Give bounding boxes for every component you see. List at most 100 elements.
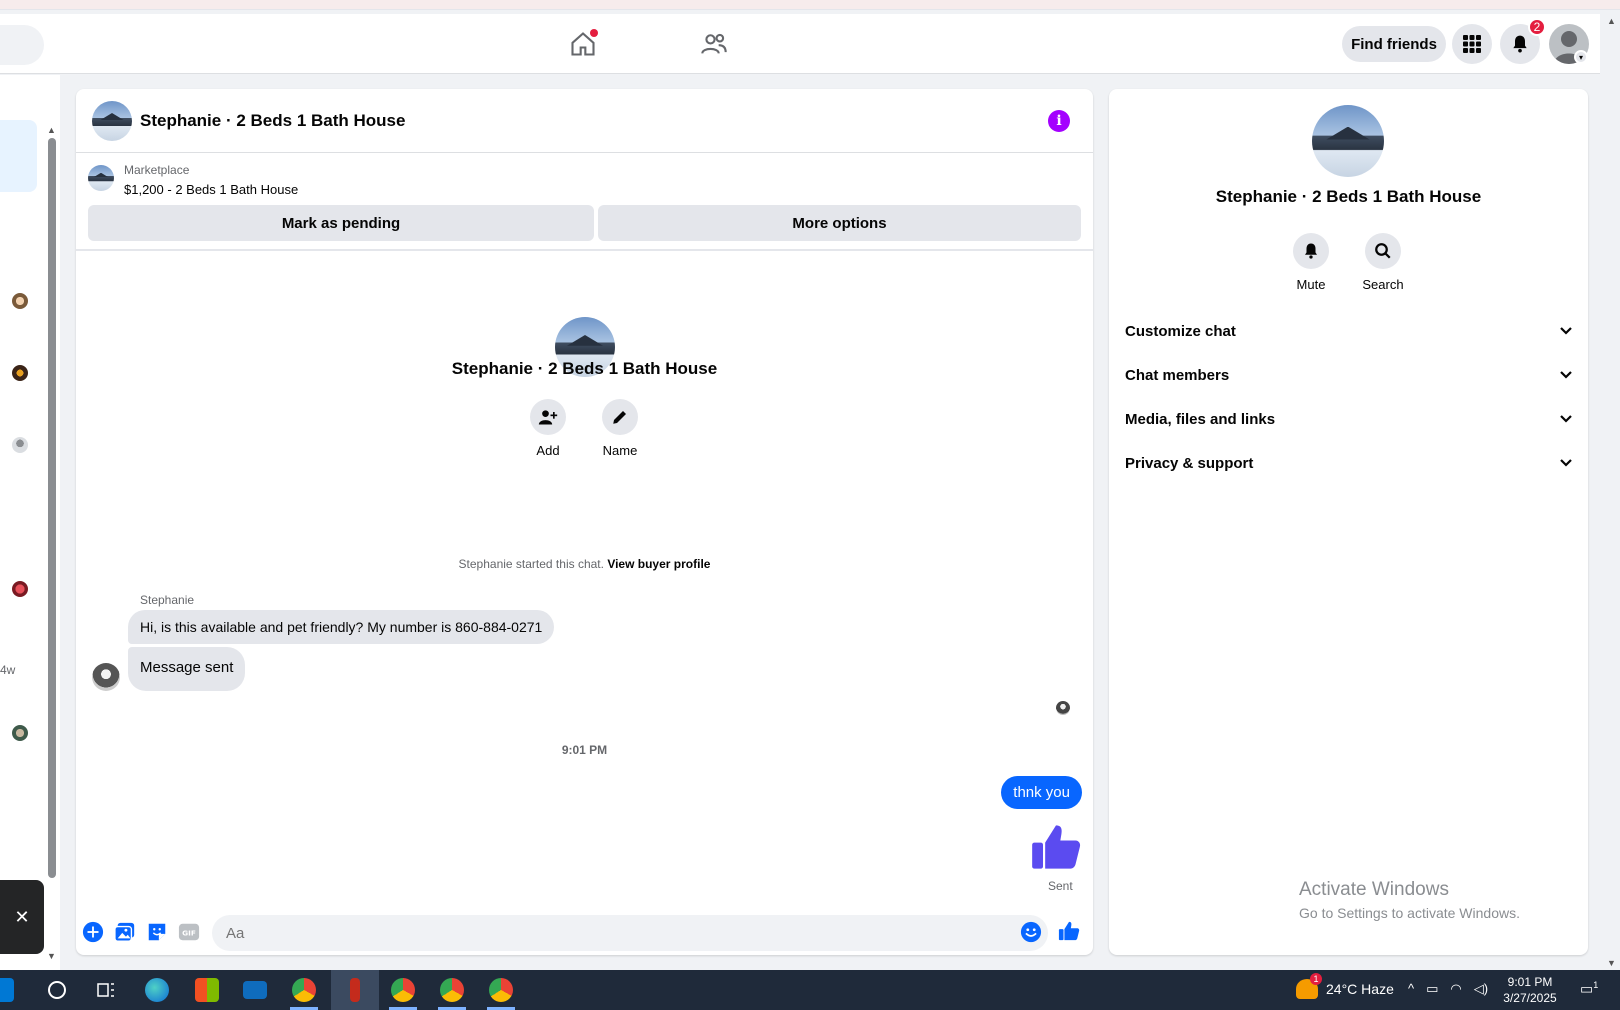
sidebar-scroll-thumb[interactable] bbox=[48, 138, 56, 878]
chrome-icon[interactable] bbox=[440, 978, 464, 1002]
message-composer: GIF bbox=[76, 907, 1093, 955]
system-clock[interactable]: 9:01 PM 3/27/2025 bbox=[1490, 974, 1570, 1006]
search-label: Search bbox=[1362, 277, 1404, 292]
chevron-down-icon bbox=[1560, 459, 1572, 467]
view-buyer-profile-link[interactable]: View buyer profile bbox=[607, 557, 710, 571]
chat-list-avatar[interactable] bbox=[12, 365, 28, 381]
page-scrollbar[interactable]: ▲ ▼ bbox=[1604, 14, 1620, 970]
listing-title[interactable]: $1,200 - 2 Beds 1 Bath House bbox=[124, 182, 298, 197]
action-center-badge: 1 bbox=[1593, 980, 1599, 990]
chat-avatar[interactable] bbox=[92, 101, 132, 141]
store-icon[interactable] bbox=[195, 978, 219, 1002]
read-receipt-avatar bbox=[1056, 701, 1070, 715]
section-label: Privacy & support bbox=[1125, 454, 1254, 472]
chevron-up-icon[interactable]: ^ bbox=[1408, 981, 1414, 997]
notifications-button[interactable]: 2 bbox=[1500, 18, 1546, 64]
like-icon[interactable] bbox=[1058, 920, 1080, 942]
sticker-icon[interactable] bbox=[146, 921, 168, 943]
info-avatar[interactable] bbox=[1312, 105, 1384, 177]
sender-avatar[interactable] bbox=[92, 663, 120, 691]
search-in-chat-button[interactable]: Search bbox=[1353, 233, 1413, 292]
info-title: Stephanie · 2 Beds 1 Bath House bbox=[1215, 187, 1482, 206]
chat-list-time: 4w bbox=[0, 663, 16, 677]
mark-as-pending-button[interactable]: Mark as pending bbox=[88, 205, 594, 241]
chevron-down-icon bbox=[1560, 327, 1572, 335]
incoming-message[interactable]: Hi, is this available and pet friendly? … bbox=[128, 610, 555, 644]
message-input[interactable] bbox=[212, 915, 1048, 951]
chrome-icon[interactable] bbox=[489, 978, 513, 1002]
svg-text:GIF: GIF bbox=[182, 929, 196, 938]
windows-taskbar: 1 24°C Haze ^ ▭ ◠ ◁) 9:01 PM 3/27/2025 ▭… bbox=[0, 970, 1620, 1010]
notification-center-icon[interactable]: ▭1 bbox=[1580, 980, 1602, 1000]
clock-time: 9:01 PM bbox=[1507, 975, 1553, 989]
section-label: Media, files and links bbox=[1125, 410, 1276, 428]
plus-circle-icon[interactable] bbox=[82, 921, 104, 943]
notification-badge: 2 bbox=[1528, 18, 1546, 36]
selected-chat-item[interactable] bbox=[0, 120, 37, 192]
scroll-up-arrow[interactable]: ▲ bbox=[1607, 16, 1616, 26]
privacy-support-section[interactable]: Privacy & support bbox=[1125, 443, 1573, 483]
scroll-down-arrow[interactable]: ▼ bbox=[1607, 958, 1616, 968]
chat-members-section[interactable]: Chat members bbox=[1125, 355, 1573, 395]
chat-title[interactable]: Stephanie · 2 Beds 1 Bath House bbox=[140, 111, 405, 131]
system-tray: ^ ▭ ◠ ◁) bbox=[1408, 981, 1488, 997]
outgoing-message[interactable]: thnk you bbox=[1001, 776, 1082, 809]
app-icon[interactable] bbox=[350, 978, 360, 1002]
add-label: Add bbox=[536, 443, 560, 458]
mail-icon[interactable] bbox=[243, 981, 267, 999]
section-label: Chat members bbox=[1125, 366, 1230, 384]
search-icon[interactable] bbox=[48, 981, 66, 999]
bell-icon bbox=[1513, 35, 1527, 53]
info-icon[interactable]: i bbox=[1048, 110, 1070, 132]
browser-top-strip bbox=[0, 0, 1620, 10]
incoming-message[interactable]: Message sent bbox=[128, 647, 246, 691]
friends-icon[interactable] bbox=[698, 28, 730, 60]
message-timestamp: 9:01 PM bbox=[561, 743, 608, 757]
weather-widget[interactable]: 1 24°C Haze bbox=[1296, 973, 1394, 999]
photo-icon[interactable] bbox=[114, 921, 136, 943]
home-icon[interactable] bbox=[567, 28, 599, 60]
add-people-button[interactable]: Add bbox=[518, 399, 578, 458]
chevron-down-icon[interactable]: ▾ bbox=[1574, 50, 1588, 64]
pencil-icon bbox=[613, 411, 626, 424]
sender-name: Stephanie bbox=[140, 593, 195, 607]
thumbs-up-icon[interactable] bbox=[1030, 821, 1082, 873]
start-icon[interactable] bbox=[0, 978, 14, 1002]
more-options-button[interactable]: More options bbox=[598, 205, 1081, 241]
menu-button[interactable] bbox=[1452, 24, 1492, 64]
name-label: Name bbox=[602, 443, 638, 458]
chat-list-avatar[interactable] bbox=[12, 293, 28, 309]
volume-icon[interactable]: ◁) bbox=[1474, 981, 1488, 997]
display-icon[interactable]: ▭ bbox=[1426, 981, 1438, 997]
chat-header: Stephanie · 2 Beds 1 Bath House i bbox=[76, 89, 1093, 153]
find-friends-button[interactable]: Find friends bbox=[1342, 26, 1446, 62]
chrome-icon[interactable] bbox=[292, 978, 316, 1002]
chat-list-avatar[interactable] bbox=[12, 725, 28, 741]
activate-windows-watermark: Activate Windows Go to Settings to activ… bbox=[1299, 879, 1520, 921]
customize-chat-section[interactable]: Customize chat bbox=[1125, 311, 1573, 351]
chat-list-avatar[interactable] bbox=[12, 581, 28, 597]
name-chat-button[interactable]: Name bbox=[590, 399, 650, 458]
chrome-icon[interactable] bbox=[391, 978, 415, 1002]
scroll-down-arrow[interactable]: ▼ bbox=[47, 951, 56, 961]
listing-thumbnail[interactable] bbox=[88, 165, 114, 191]
search-field[interactable] bbox=[0, 25, 44, 65]
media-files-links-section[interactable]: Media, files and links bbox=[1125, 399, 1573, 439]
scroll-up-arrow[interactable]: ▲ bbox=[47, 125, 56, 135]
chat-info-panel: Stephanie · 2 Beds 1 Bath House Mute Sea… bbox=[1109, 89, 1588, 955]
gif-icon[interactable]: GIF bbox=[178, 921, 200, 943]
weather-icon: 1 bbox=[1296, 973, 1322, 999]
task-view-icon[interactable] bbox=[96, 980, 120, 1004]
divider bbox=[76, 249, 1093, 251]
chat-list-avatar[interactable] bbox=[12, 437, 28, 453]
chevron-down-icon bbox=[1560, 415, 1572, 423]
mute-button[interactable]: Mute bbox=[1281, 233, 1341, 292]
close-icon[interactable]: ✕ bbox=[0, 880, 44, 954]
bell-icon bbox=[1305, 243, 1317, 259]
emoji-icon[interactable] bbox=[1020, 921, 1042, 943]
chat-started-notice: Stephanie started this chat. View buyer … bbox=[76, 557, 1093, 571]
chevron-down-icon bbox=[1560, 371, 1572, 379]
watermark-subtitle: Go to Settings to activate Windows. bbox=[1299, 905, 1520, 921]
wifi-icon[interactable]: ◠ bbox=[1450, 981, 1461, 997]
edge-icon[interactable] bbox=[145, 978, 169, 1002]
